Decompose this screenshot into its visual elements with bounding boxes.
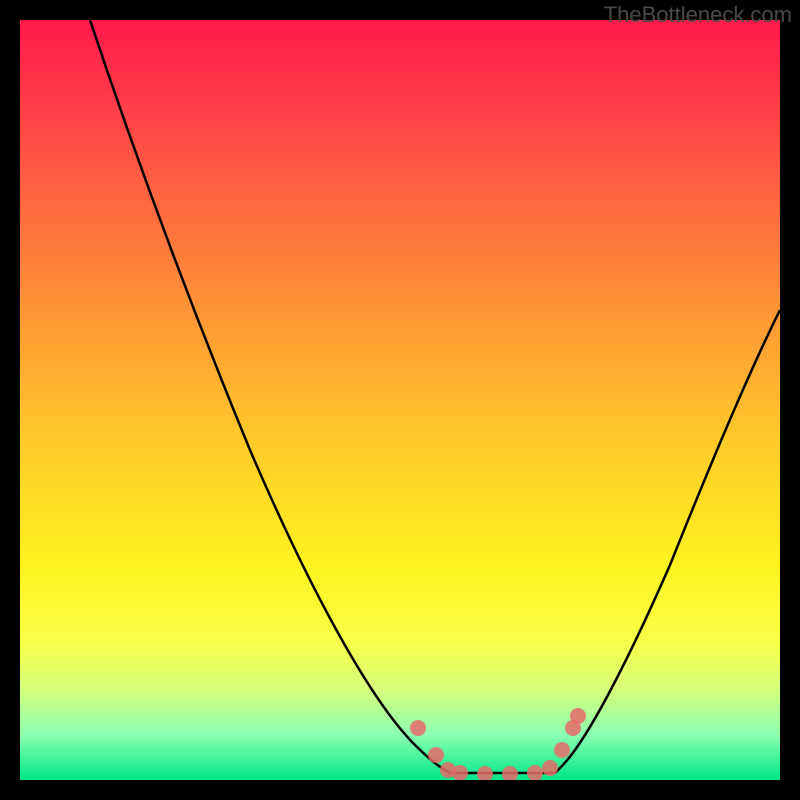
marker-point xyxy=(410,720,426,736)
marker-point xyxy=(570,708,586,724)
left-curve xyxy=(90,20,450,773)
marker-point xyxy=(542,760,558,776)
marker-point xyxy=(477,766,493,780)
marker-point xyxy=(502,766,518,780)
chart-svg xyxy=(20,20,780,780)
marker-point xyxy=(527,765,543,780)
marker-point xyxy=(428,747,444,763)
watermark-text: TheBottleneck.com xyxy=(604,2,792,28)
right-curve xyxy=(555,310,780,773)
marker-point xyxy=(554,742,570,758)
